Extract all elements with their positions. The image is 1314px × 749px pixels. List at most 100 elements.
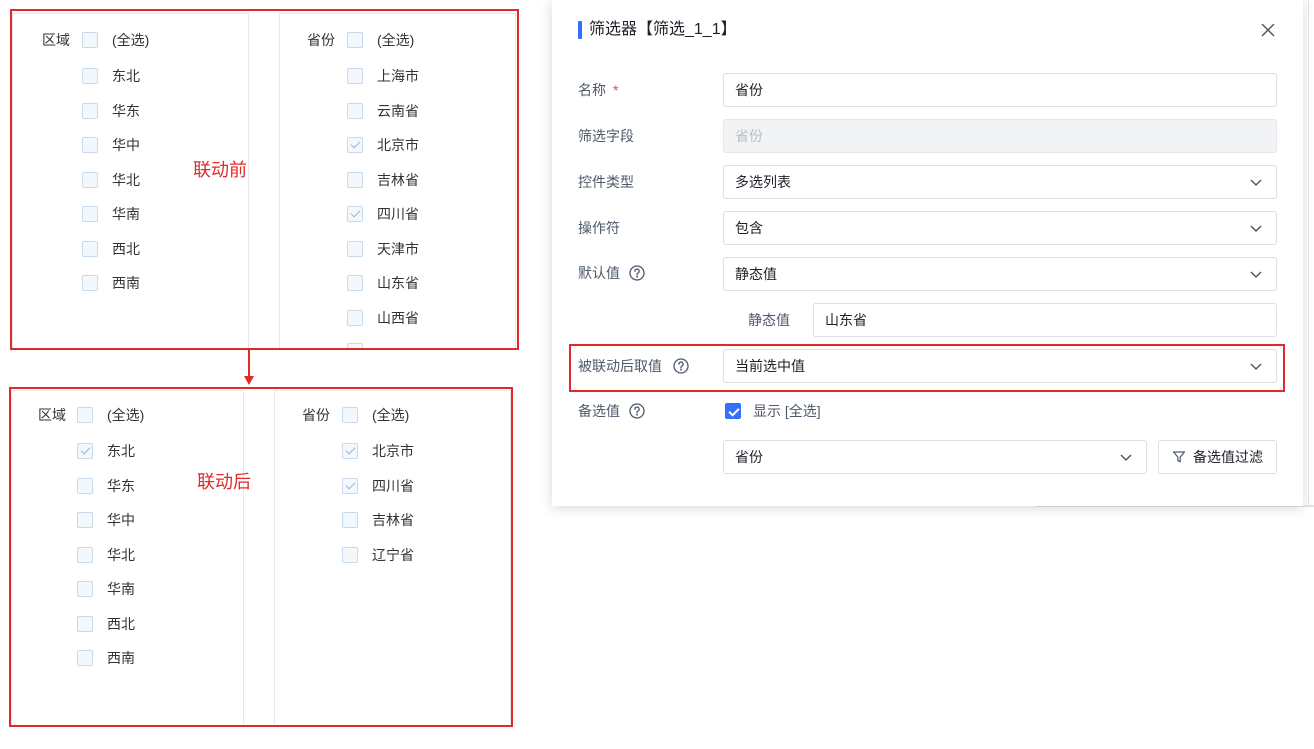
province-option[interactable]: 吉林省 <box>342 510 414 530</box>
checkbox[interactable] <box>82 172 98 188</box>
region-option[interactable]: 华北 <box>77 545 135 565</box>
province-option[interactable]: 辽宁省 <box>342 545 414 565</box>
chevron-down-icon <box>1250 179 1262 187</box>
region-option[interactable]: 东北 <box>82 66 140 86</box>
region-option[interactable]: 西南 <box>77 648 135 668</box>
province-option[interactable]: 天津市 <box>347 239 419 259</box>
checkbox[interactable] <box>82 68 98 84</box>
static-value-input[interactable] <box>813 303 1277 337</box>
region-select-all-option[interactable]: (全选) <box>82 30 149 50</box>
option-label: 华北 <box>107 547 135 563</box>
help-icon[interactable] <box>629 265 645 281</box>
region-select-all-option[interactable]: (全选) <box>77 405 144 425</box>
show-select-all-checkbox[interactable] <box>725 403 741 419</box>
region-option[interactable]: 华东 <box>77 476 135 496</box>
province-option[interactable]: 四川省 <box>342 476 414 496</box>
option-label: (全选) <box>377 32 415 48</box>
province-option[interactable]: 北京市 <box>342 441 414 461</box>
checkbox[interactable] <box>347 68 363 84</box>
option-label: 上海市 <box>377 68 419 84</box>
region-option[interactable]: 西北 <box>82 239 140 259</box>
province-option[interactable]: 北京市 <box>347 135 419 155</box>
checkbox[interactable] <box>342 512 358 528</box>
name-input[interactable] <box>723 73 1277 107</box>
linked-value-select[interactable]: 当前选中值 <box>723 349 1277 383</box>
checkbox[interactable] <box>342 443 358 459</box>
region-option[interactable]: 华北 <box>82 170 140 190</box>
checkbox[interactable] <box>77 581 93 597</box>
button-label: 备选值过滤 <box>1193 449 1263 465</box>
region-option[interactable]: 华南 <box>82 204 140 224</box>
filter-settings-dialog: 筛选器【筛选_1_1】 名称 * 筛选字段 控件类型 多选列表 操作符 包含 默… <box>552 0 1303 506</box>
checkbox[interactable] <box>82 206 98 222</box>
checkbox[interactable] <box>347 275 363 291</box>
province-option[interactable]: 吉林省 <box>347 170 419 190</box>
select-value: 包含 <box>735 220 763 236</box>
checkbox[interactable] <box>342 547 358 563</box>
province-select-all-option[interactable]: (全选) <box>342 405 409 425</box>
region-option[interactable]: 华南 <box>77 579 135 599</box>
options-filter-button[interactable]: 备选值过滤 <box>1158 440 1277 474</box>
region-option[interactable]: 华东 <box>82 101 140 121</box>
filter-field-label: 筛选字段 <box>578 126 634 146</box>
option-label: 华中 <box>112 137 140 153</box>
checkbox[interactable] <box>77 478 93 494</box>
province-filter-panel: 省份 (全选) 北京市 四川省 吉林省 辽宁省 <box>274 390 511 725</box>
checkbox[interactable] <box>77 616 93 632</box>
checkbox[interactable] <box>77 407 93 423</box>
option-label: (全选) <box>112 32 150 48</box>
label-text: 操作符 <box>578 220 620 236</box>
province-option[interactable]: 四川省 <box>347 204 419 224</box>
operator-select[interactable]: 包含 <box>723 211 1277 245</box>
checkbox[interactable] <box>82 275 98 291</box>
checkbox[interactable] <box>82 103 98 119</box>
control-type-select[interactable]: 多选列表 <box>723 165 1277 199</box>
show-select-all-label[interactable]: 显示 [全选] <box>753 401 821 421</box>
option-label: 西北 <box>112 241 140 257</box>
province-option[interactable]: 云南省 <box>347 101 419 121</box>
checkbox[interactable] <box>347 310 363 326</box>
province-option[interactable]: 山东省 <box>347 273 419 293</box>
province-filter-panel: 省份 (全选) 上海市 云南省 北京市 吉林省 四川省 天津市 山东省 山西省 <box>279 13 516 348</box>
checkbox[interactable] <box>342 407 358 423</box>
region-option[interactable]: 华中 <box>82 135 140 155</box>
checkbox[interactable] <box>347 103 363 119</box>
checkbox[interactable] <box>342 478 358 494</box>
region-option[interactable]: 西北 <box>77 614 135 634</box>
select-value: 当前选中值 <box>735 358 805 374</box>
province-filter-label: 省份 <box>302 407 330 423</box>
checkbox[interactable] <box>347 172 363 188</box>
option-label: 东北 <box>112 68 140 84</box>
province-option[interactable]: 山西省 <box>347 308 419 328</box>
default-value-select[interactable]: 静态值 <box>723 257 1277 291</box>
region-option[interactable]: 西南 <box>82 273 140 293</box>
region-option[interactable]: 东北 <box>77 441 135 461</box>
checkbox[interactable] <box>77 512 93 528</box>
label-text: 名称 <box>578 82 606 98</box>
checkbox[interactable] <box>82 241 98 257</box>
label-text: 筛选字段 <box>578 128 634 144</box>
help-icon[interactable] <box>629 403 645 419</box>
checkbox[interactable] <box>82 137 98 153</box>
options-source-select[interactable]: 省份 <box>723 440 1147 474</box>
checkbox[interactable] <box>77 547 93 563</box>
province-select-all-option[interactable]: (全选) <box>347 30 414 50</box>
checkbox[interactable] <box>77 443 93 459</box>
close-icon[interactable] <box>1261 23 1275 37</box>
province-option[interactable]: 上海市 <box>347 66 419 86</box>
region-filter-label: 区域 <box>38 407 66 423</box>
option-label: 吉林省 <box>372 512 414 528</box>
option-label: 华南 <box>107 581 135 597</box>
help-icon[interactable] <box>673 358 689 374</box>
checkbox[interactable] <box>77 650 93 666</box>
region-option[interactable]: 华中 <box>77 510 135 530</box>
checkbox[interactable] <box>347 241 363 257</box>
checkbox[interactable] <box>347 137 363 153</box>
checkbox[interactable] <box>82 32 98 48</box>
after-linkage-annotation: 联动后 <box>197 472 251 492</box>
checkbox[interactable] <box>347 32 363 48</box>
before-linkage-frame: 区域 (全选) 东北 华东 华中 华北 华南 西北 西南 省份 (全选) 上海市… <box>10 9 519 350</box>
option-label: (全选) <box>372 407 410 423</box>
region-filter-label: 区域 <box>42 32 70 48</box>
checkbox[interactable] <box>347 206 363 222</box>
